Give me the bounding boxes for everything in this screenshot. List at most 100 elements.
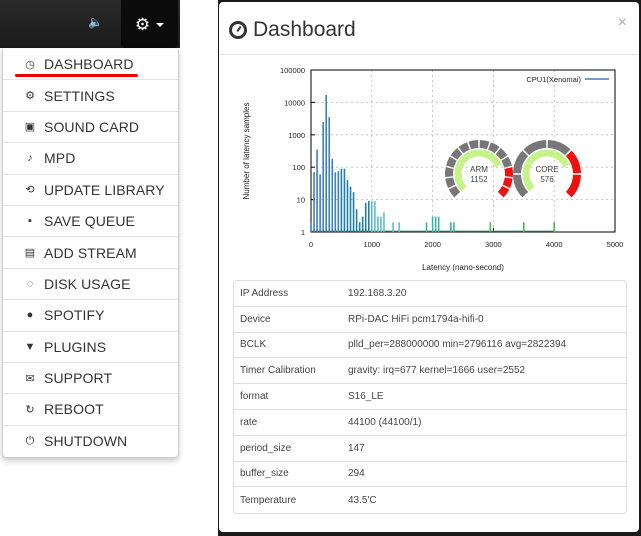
- active-underline: [15, 74, 138, 77]
- table-row: Timer Calibration gravity: irq=677 kernel…: [234, 358, 626, 385]
- histogram-bar: [322, 121, 324, 232]
- histogram-bar: [325, 94, 327, 232]
- top-navbar: 🔈 ⚙: [0, 0, 180, 48]
- histogram-bar: [380, 216, 382, 232]
- menu-item-disk-usage[interactable]: ◌ DISK USAGE: [3, 269, 178, 301]
- histogram-bar: [316, 149, 318, 232]
- info-table: IP Address 192.168.3.20 Device RPi-DAC HiFi…: [233, 280, 627, 515]
- histogram-bar: [371, 201, 373, 232]
- histogram-bar: [450, 222, 452, 232]
- histogram-bar: [349, 186, 352, 232]
- table-row: Temperature 43.5'C: [234, 487, 626, 513]
- histogram-bar: [313, 172, 315, 232]
- histogram-bar: [346, 180, 349, 232]
- menu-item-label: SOUND CARD: [44, 118, 140, 135]
- close-button[interactable]: ×: [618, 14, 627, 32]
- row-key: Timer Calibration: [240, 365, 316, 377]
- menu-item-spotify[interactable]: ● SPOTIFY: [3, 300, 178, 332]
- histogram-bar: [319, 174, 321, 232]
- menu-item-shutdown[interactable]: ⏻ SHUTDOWN: [3, 426, 178, 457]
- menu-item-settings[interactable]: ⚙ SETTINGS: [3, 80, 178, 112]
- table-row: rate 44100 (44100/1): [234, 410, 626, 436]
- envelope-icon: ✉: [25, 372, 35, 385]
- gauge-segment: [479, 140, 490, 150]
- histogram-bar: [310, 222, 312, 232]
- row-key: Temperature: [240, 494, 297, 506]
- row-value: 294: [348, 468, 365, 480]
- menu-item-label: REBOOT: [44, 401, 104, 418]
- histogram-bar: [337, 171, 340, 232]
- menu-item-label: UPDATE LIBRARY: [44, 181, 165, 198]
- menu-item-plugins[interactable]: ▼ PLUGINS: [3, 332, 178, 363]
- menu-item-add-stream[interactable]: ▤ ADD STREAM: [3, 237, 178, 269]
- menu-item-label: SPOTIFY: [44, 307, 105, 324]
- x-tick-label: 0: [309, 240, 313, 249]
- histogram-bar: [328, 117, 331, 232]
- x-tick-label: 3000: [485, 240, 502, 249]
- gauge-segment: [504, 167, 513, 177]
- menu-item-support[interactable]: ✉ SUPPORT: [3, 363, 178, 395]
- x-tick-label: 5000: [607, 240, 624, 249]
- histogram-bar: [334, 172, 337, 232]
- menu-item-dashboard[interactable]: ◷ DASHBOARD: [3, 49, 178, 81]
- row-key: format: [240, 391, 269, 403]
- plug-icon: ▼: [24, 340, 36, 353]
- menu-item-mpd[interactable]: ♪ MPD: [3, 143, 178, 175]
- table-row: period_size 147: [234, 436, 626, 462]
- gauge-segment: [502, 177, 513, 188]
- menu-item-update-library[interactable]: ⟲ UPDATE LIBRARY: [3, 175, 178, 206]
- gauge-segment: [488, 142, 500, 154]
- gauge-segment: [501, 156, 512, 168]
- gear-icon: ⚙: [25, 90, 35, 103]
- row-value: gravity: irq=677 kernel=1666 user=2552: [348, 365, 526, 377]
- row-value: plld_per=288000000 min=2796116 avg=28223…: [348, 339, 567, 351]
- radio-icon: ▤: [24, 247, 36, 260]
- x-tick-label: 1000: [363, 240, 380, 249]
- menu-item-sound-card[interactable]: ▣ SOUND CARD: [3, 112, 178, 144]
- row-value: 192.168.3.20: [348, 287, 407, 299]
- settings-menu-button[interactable]: ⚙: [121, 0, 178, 48]
- histogram-bar: [374, 201, 376, 232]
- legend-label: CPU1(Xenomai): [526, 75, 581, 84]
- histogram-bar: [553, 222, 555, 232]
- modal-title-text: Dashboard: [253, 18, 356, 41]
- floppy-disk-icon: ▪: [28, 215, 32, 228]
- row-value: S16_LE: [348, 391, 384, 403]
- gauge-value: 1152: [470, 175, 488, 184]
- gauge-label: CORE: [535, 165, 558, 174]
- histogram-bar: [331, 158, 334, 232]
- dashboard-icon: [229, 21, 247, 39]
- histogram-bar: [340, 168, 343, 232]
- row-key: Device: [240, 313, 271, 325]
- gauge-segment: [445, 167, 454, 177]
- gauge-segment: [446, 156, 457, 168]
- chip-icon: ▣: [24, 121, 36, 134]
- table-row: buffer_size 294: [234, 462, 626, 488]
- histogram-bar: [358, 222, 361, 232]
- gauge-segment: [565, 150, 581, 174]
- gauge-segment: [445, 177, 456, 188]
- menu-item-label: PLUGINS: [44, 338, 107, 355]
- row-value: RPi-DAC HiFi pcm1794a-hifi-0: [348, 313, 484, 325]
- histogram-bar: [489, 222, 492, 232]
- row-key: period_size: [240, 442, 292, 454]
- dashboard-modal: Dashboard × 1 10 100 1000 10000 100000 0 1000 20…: [219, 2, 639, 532]
- row-key: rate: [240, 416, 258, 428]
- settings-dropdown-menu: ◷ DASHBOARD ⚙ SETTINGS ▣ SOUND CARD ♪ MPD ⟲ UPDAT…: [2, 49, 179, 459]
- table-row: Device RPi-DAC HiFi pcm1794a-hifi-0: [234, 307, 626, 333]
- menu-item-save-queue[interactable]: ▪ SAVE QUEUE: [3, 206, 178, 238]
- gauge-segment: [495, 147, 508, 160]
- menu-item-label: SAVE QUEUE: [44, 213, 135, 230]
- spinner-icon: ◌: [26, 277, 34, 290]
- histogram-bar: [364, 202, 367, 232]
- histogram-bar: [523, 222, 525, 232]
- menu-item-reboot[interactable]: ↻ REBOOT: [3, 394, 178, 426]
- histogram-bar: [425, 222, 428, 232]
- table-row: BCLK plld_per=288000000 min=2796116 avg=2…: [234, 333, 626, 359]
- histogram-bar: [361, 216, 364, 232]
- y-tick-label: 10000: [284, 98, 305, 107]
- volume-icon[interactable]: 🔈: [88, 15, 103, 29]
- y-tick-label: 1: [301, 228, 305, 237]
- row-value: 44100 (44100/1): [348, 416, 422, 428]
- row-key: IP Address: [240, 287, 289, 299]
